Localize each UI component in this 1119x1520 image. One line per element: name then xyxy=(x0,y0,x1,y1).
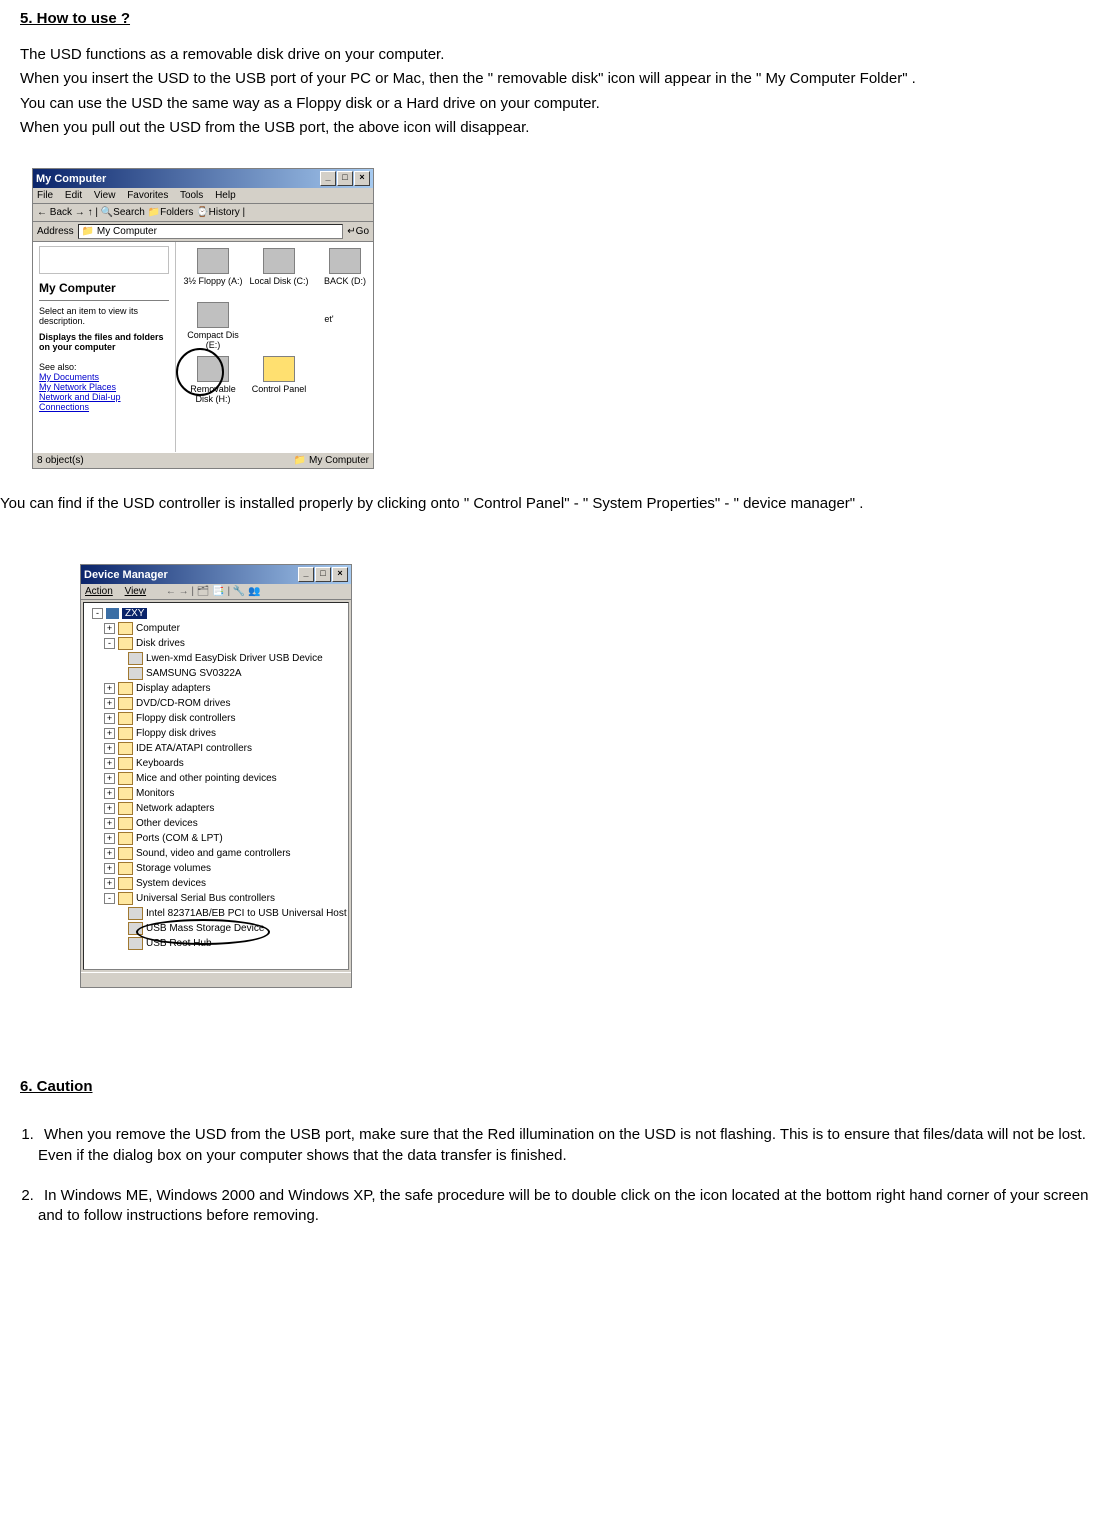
left-desc1: Select an item to view its description. xyxy=(39,306,169,326)
drive-floppy[interactable]: 3½ Floppy (A:) xyxy=(182,248,244,286)
tree-node[interactable]: +Sound, video and game controllers xyxy=(88,846,344,861)
menubar: File Edit View Favorites Tools Help xyxy=(33,188,373,204)
dm-title: Device Manager xyxy=(84,569,168,581)
cd-icon xyxy=(197,302,229,328)
tree-node[interactable]: +Computer xyxy=(88,621,344,636)
minimize-button[interactable]: _ xyxy=(298,567,314,582)
tree-node[interactable]: +IDE ATA/ATAPI controllers xyxy=(88,741,344,756)
tree-node[interactable]: +Other devices xyxy=(88,816,344,831)
drives-pane: 3½ Floppy (A:) Local Disk (C:) BACK (D:)… xyxy=(176,242,373,452)
link-dialup[interactable]: Network and Dial-up Connections xyxy=(39,392,169,412)
menu-tools[interactable]: Tools xyxy=(180,190,203,201)
s5-p1: The USD functions as a removable disk dr… xyxy=(20,45,1099,65)
tree-node[interactable]: +Display adapters xyxy=(88,681,344,696)
window-title: My Computer xyxy=(36,173,106,185)
tree-root[interactable]: -ZXY xyxy=(88,606,344,621)
drive-removable[interactable]: Removable Disk (H:) xyxy=(182,356,244,404)
mycomputer-window: My Computer _ □ × File Edit View Favorit… xyxy=(32,168,374,469)
tree-node[interactable]: +Monitors xyxy=(88,786,344,801)
minimize-button[interactable]: _ xyxy=(320,171,336,186)
go-button[interactable]: ↵Go xyxy=(347,226,369,237)
statusbar: 8 object(s) 📁 My Computer xyxy=(33,452,373,468)
status-right: 📁 My Computer xyxy=(294,455,369,466)
address-label: Address xyxy=(37,226,74,237)
hdd-icon xyxy=(329,248,361,274)
close-button[interactable]: × xyxy=(354,171,370,186)
device-manager-window: Device Manager _ □ × Action View ← → | 🗂… xyxy=(80,564,352,988)
toolbar-nav[interactable]: ← → | 🗂 📑 | 🔧 👥 xyxy=(166,586,261,597)
tree-node[interactable]: +System devices xyxy=(88,876,344,891)
tree-leaf[interactable]: Lwen-xmd EasyDisk Driver USB Device xyxy=(88,651,344,666)
menu-file[interactable]: File xyxy=(37,190,53,201)
menu-help[interactable]: Help xyxy=(215,190,236,201)
tree-node[interactable]: +Network adapters xyxy=(88,801,344,816)
tree-node[interactable]: -Disk drives xyxy=(88,636,344,651)
tree-node[interactable]: -Universal Serial Bus controllers xyxy=(88,891,344,906)
device-tree[interactable]: -ZXY+Computer-Disk drivesLwen-xmd EasyDi… xyxy=(83,602,349,970)
dm-statusbar xyxy=(81,972,351,987)
highlight-circle-icon xyxy=(176,348,224,396)
address-bar: Address 📁 My Computer ↵Go xyxy=(33,222,373,242)
caution-item-1: When you remove the USD from the USB por… xyxy=(38,1125,1099,1166)
menu-action[interactable]: Action xyxy=(85,586,113,597)
dm-titlebar: Device Manager _ □ × xyxy=(81,565,351,584)
left-pane: My Computer Select an item to view its d… xyxy=(33,242,176,452)
section-6: 6. Caution When you remove the USD from … xyxy=(20,1078,1099,1226)
menu-edit[interactable]: Edit xyxy=(65,190,82,201)
tree-node[interactable]: +Floppy disk drives xyxy=(88,726,344,741)
caution-item-2: In Windows ME, Windows 2000 and Windows … xyxy=(38,1186,1099,1227)
address-input[interactable]: 📁 My Computer xyxy=(78,224,344,239)
mycomputer-banner-icon xyxy=(39,246,169,274)
menu-view[interactable]: View xyxy=(94,190,116,201)
tree-node[interactable]: +Storage volumes xyxy=(88,861,344,876)
dm-menubar: Action View ← → | 🗂 📑 | 🔧 👥 xyxy=(81,584,351,600)
floppy-icon xyxy=(197,248,229,274)
maximize-button[interactable]: □ xyxy=(315,567,331,582)
drive-et[interactable]: et' xyxy=(314,314,344,324)
tree-leaf[interactable]: SAMSUNG SV0322A xyxy=(88,666,344,681)
maximize-button[interactable]: □ xyxy=(337,171,353,186)
tree-node[interactable]: +Keyboards xyxy=(88,756,344,771)
see-also-label: See also: xyxy=(39,362,169,372)
tree-node[interactable]: +Floppy disk controllers xyxy=(88,711,344,726)
link-mynetwork[interactable]: My Network Places xyxy=(39,382,169,392)
s5-p3: You can use the USD the same way as a Fl… xyxy=(20,94,1099,114)
control-panel[interactable]: Control Panel xyxy=(248,356,310,394)
left-pane-title: My Computer xyxy=(39,278,169,301)
left-desc2: Displays the files and folders on your c… xyxy=(39,332,169,352)
tree-node[interactable]: +Mice and other pointing devices xyxy=(88,771,344,786)
hdd-icon xyxy=(263,248,295,274)
tree-node[interactable]: +Ports (COM & LPT) xyxy=(88,831,344,846)
drive-local-c[interactable]: Local Disk (C:) xyxy=(248,248,310,286)
link-mydocs[interactable]: My Documents xyxy=(39,372,169,382)
menu-favorites[interactable]: Favorites xyxy=(127,190,168,201)
s5-p5: You can find if the USD controller is in… xyxy=(0,494,1109,514)
drive-cd[interactable]: Compact Dis (E:) xyxy=(182,302,244,350)
s5-p2: When you insert the USD to the USB port … xyxy=(20,69,1099,89)
close-button[interactable]: × xyxy=(332,567,348,582)
section-5-heading: 5. How to use ? xyxy=(20,10,1099,27)
caution-list: When you remove the USD from the USB por… xyxy=(20,1125,1099,1226)
toolbar[interactable]: ← Back → ↑ | 🔍Search 📁Folders ⌚History | xyxy=(33,204,373,222)
menu-view[interactable]: View xyxy=(125,586,147,597)
section-6-heading: 6. Caution xyxy=(20,1078,1099,1095)
controlpanel-icon xyxy=(263,356,295,382)
status-left: 8 object(s) xyxy=(37,455,84,466)
tree-node[interactable]: +DVD/CD-ROM drives xyxy=(88,696,344,711)
titlebar: My Computer _ □ × xyxy=(33,169,373,188)
drive-back-d[interactable]: BACK (D:) xyxy=(314,248,376,286)
section-5: 5. How to use ? The USD functions as a r… xyxy=(20,10,1099,138)
s5-p4: When you pull out the USD from the USB p… xyxy=(20,118,1099,138)
